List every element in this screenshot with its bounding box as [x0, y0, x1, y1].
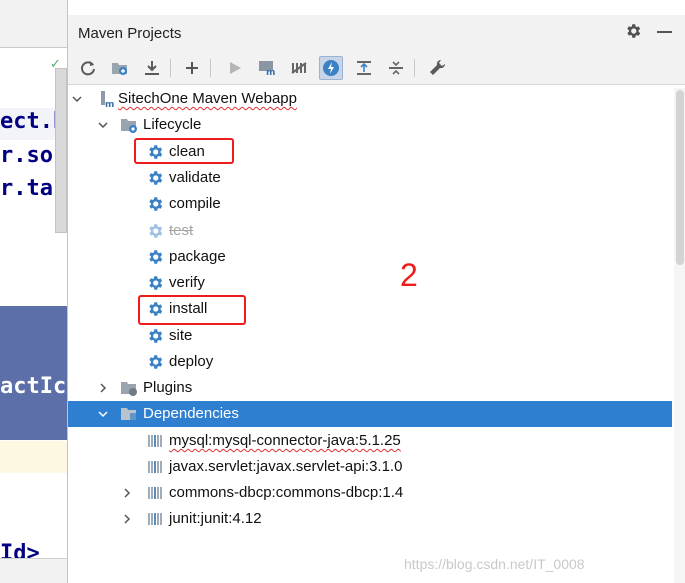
tree-node-project[interactable]: m SitechOne Maven Webapp — [68, 86, 672, 112]
editor-scrollbar[interactable] — [55, 68, 67, 233]
phase-label: compile — [169, 195, 221, 212]
maven-toolbar: m — [68, 51, 685, 85]
highlight-box-clean — [134, 138, 234, 164]
gear-icon — [149, 276, 163, 290]
lifecycle-phase-test[interactable]: test — [68, 218, 672, 244]
editor-caret-line — [0, 441, 67, 473]
plugins-label: Plugins — [143, 379, 193, 396]
lifecycle-phase-verify[interactable]: verify — [68, 270, 672, 296]
lifecycle-phase-deploy[interactable]: deploy — [68, 349, 672, 375]
project-label: SitechOne Maven Webapp — [118, 90, 297, 107]
folder-dependency-icon — [121, 408, 136, 421]
chevron-right-icon[interactable] — [122, 488, 132, 498]
skip-tests-icon[interactable] — [319, 56, 343, 80]
tree-scrollbar[interactable] — [674, 88, 685, 583]
collapse-all-icon[interactable] — [384, 56, 408, 80]
gear-icon — [149, 171, 163, 185]
dependency-item[interactable]: commons-dbcp:commons-dbcp:1.4 — [68, 480, 672, 506]
folder-plugin-icon — [121, 382, 137, 396]
phase-label: test — [169, 222, 194, 239]
dependency-item[interactable]: javax.servlet:javax.servlet-api:3.1.0 — [68, 454, 672, 480]
editor-selection — [0, 306, 67, 440]
code-editor[interactable]: ✓ ect.b r.so r.ta actIc Id> — [0, 0, 67, 583]
code-line: r.ta — [0, 176, 53, 201]
chevron-right-icon[interactable] — [122, 514, 132, 524]
show-dependencies-icon[interactable] — [352, 56, 376, 80]
chevron-down-icon[interactable] — [72, 94, 82, 104]
gear-icon — [149, 250, 163, 264]
library-icon — [148, 461, 162, 473]
dependency-item[interactable]: mysql:mysql-connector-java:5.1.25 — [68, 428, 672, 454]
editor-tab-bar — [0, 0, 67, 48]
dependency-label: mysql:mysql-connector-java:5.1.25 — [169, 432, 401, 449]
lifecycle-phase-package[interactable]: package — [68, 244, 672, 270]
code-line-selected: actIc — [0, 374, 67, 399]
tree-node-lifecycle[interactable]: Lifecycle — [68, 112, 672, 138]
dependencies-label: Dependencies — [143, 405, 239, 422]
scrollbar-thumb[interactable] — [676, 90, 684, 265]
lifecycle-label: Lifecycle — [143, 116, 202, 133]
phase-label: site — [169, 327, 193, 344]
phase-label: verify — [169, 274, 205, 291]
library-icon — [148, 513, 162, 525]
gear-icon — [149, 355, 163, 369]
tree-node-dependencies[interactable]: Dependencies — [68, 401, 672, 427]
wrench-icon[interactable] — [425, 56, 449, 80]
chevron-down-icon[interactable] — [98, 409, 108, 419]
dependency-label: junit:junit:4.12 — [169, 510, 262, 527]
dependency-label: javax.servlet:javax.servlet-api:3.1.0 — [169, 458, 403, 475]
folder-gear-icon — [121, 119, 137, 133]
generate-sources-icon[interactable] — [108, 56, 132, 80]
lifecycle-phase-validate[interactable]: validate — [68, 165, 672, 191]
download-icon[interactable] — [140, 56, 164, 80]
lifecycle-phase-compile[interactable]: compile — [68, 191, 672, 217]
phase-label: deploy — [169, 353, 214, 370]
toggle-offline-icon[interactable] — [287, 56, 311, 80]
editor-status-strip — [0, 558, 67, 583]
run-icon[interactable] — [223, 56, 247, 80]
code-line: r.so — [0, 143, 53, 168]
maven-projects-panel: Maven Projects m m SitechOne Maven Webap… — [67, 0, 685, 583]
phase-label: package — [169, 248, 226, 265]
toolbar-separator — [210, 59, 211, 77]
minimize-icon[interactable] — [657, 31, 672, 33]
panel-title: Maven Projects — [78, 25, 182, 42]
maven-project-icon: m — [101, 91, 114, 108]
annotation-number: 2 — [400, 257, 418, 293]
svg-text:m: m — [105, 100, 114, 108]
highlight-box-install — [138, 295, 246, 325]
phase-label: validate — [169, 169, 221, 186]
gear-icon — [149, 197, 163, 211]
execute-goal-icon[interactable]: m — [255, 56, 279, 80]
dependency-item[interactable]: junit:junit:4.12 — [68, 506, 672, 532]
gear-icon — [149, 224, 163, 238]
gear-icon — [149, 329, 163, 343]
maven-tree: m SitechOne Maven Webapp Lifecycle clean… — [68, 86, 685, 583]
chevron-down-icon[interactable] — [98, 120, 108, 130]
tree-node-plugins[interactable]: Plugins — [68, 375, 672, 401]
toolbar-separator — [170, 59, 171, 77]
reimport-icon[interactable] — [76, 56, 100, 80]
library-icon — [148, 487, 162, 499]
dependency-label: commons-dbcp:commons-dbcp:1.4 — [169, 484, 404, 501]
panel-header: Maven Projects — [68, 15, 685, 51]
svg-text:m: m — [266, 68, 275, 77]
chevron-right-icon[interactable] — [98, 383, 108, 393]
library-icon — [148, 435, 162, 447]
watermark: https://blog.csdn.net/IT_0008 — [404, 556, 585, 572]
gear-icon[interactable] — [624, 22, 642, 40]
add-icon[interactable] — [180, 56, 204, 80]
lifecycle-phase-site[interactable]: site — [68, 323, 672, 349]
toolbar-separator — [414, 59, 415, 77]
